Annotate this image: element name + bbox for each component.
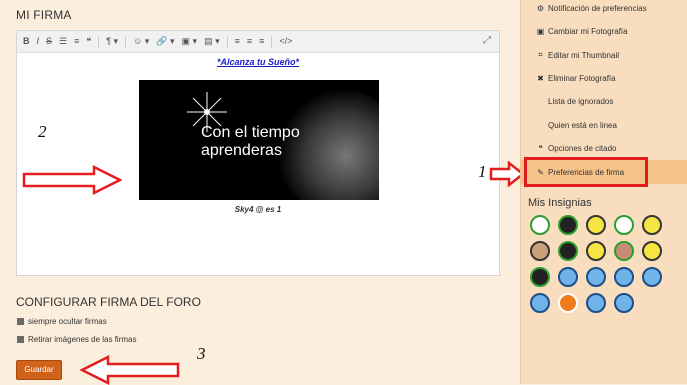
chart-badge-icon[interactable] [558,293,578,313]
signature-image-line1: Con el tiempo [201,124,300,141]
arrow-left-annotation [22,165,122,195]
sidebar-item-editar-thumbnail[interactable]: ⌗ Editar mi Thumbnail [536,50,619,60]
book-badge-icon[interactable] [530,241,550,261]
image-dropdown[interactable]: ▣ ▾ [182,31,198,52]
smiley-badge-icon[interactable] [642,241,662,261]
signature-image: Con el tiempo aprenderas [139,80,379,200]
arrow-save-annotation [80,355,180,385]
checkbox[interactable] [17,336,24,343]
toolbar-divider [125,35,127,48]
smiley-badge-icon[interactable] [586,215,606,235]
editor-content[interactable]: *Alcanza tu Sueño* Con el tiempo aprende… [17,53,499,275]
expand-icon[interactable]: ⤢ [483,35,491,46]
chat-badge-icon[interactable] [614,293,634,313]
align-left-button[interactable]: ≡ [235,31,240,52]
italic-button[interactable]: I [37,31,40,52]
highlight-box-annotation [524,157,648,187]
trophy-badge-icon[interactable] [614,241,634,261]
checkbox-label: Retirar imágenes de las firmas [28,335,137,344]
paragraph-dropdown[interactable]: ¶ ▾ [106,31,118,52]
emoji-dropdown[interactable]: ☺ ▾ [133,31,149,52]
chat-badge-icon[interactable] [530,293,550,313]
chat-badge-icon[interactable] [586,267,606,287]
numbered-list-button[interactable]: ≡ [74,31,79,52]
align-center-button[interactable]: ≡ [247,31,252,52]
sidebar-item-cambiar-foto[interactable]: ▣ Cambiar mi Fotografía [536,27,628,36]
hide-signatures-option[interactable]: siempre ocultar firmas [17,317,107,326]
thumbs-up-badge-icon[interactable] [558,241,578,261]
sidebar-item-en-linea[interactable]: Quien está en linea [548,121,617,130]
sidebar-item-label: Quien está en linea [548,121,617,130]
remove-images-option[interactable]: Retirar imágenes de las firmas [17,335,136,344]
image-icon: ▣ [536,27,545,36]
sidebar-item-label: Lista de ignorados [548,97,614,106]
sidebar-item-label: Opciones de citado [548,144,617,153]
crop-icon: ⌗ [538,50,543,59]
link-dropdown[interactable]: 🔗 ▾ [156,31,174,52]
signature-link[interactable]: *Alcanza tu Sueño* [17,57,499,67]
annotation-2: 2 [38,122,47,141]
config-title: CONFIGURAR FIRMA DEL FORO [16,295,201,309]
toolbar-divider [226,35,228,48]
bold-button[interactable]: B [23,31,30,52]
smiley-badge-icon[interactable] [586,241,606,261]
chat-badge-icon[interactable] [642,267,662,287]
badges-title: Mis Insignias [528,197,592,209]
gear-icon: ⚙ [536,4,545,13]
quote-icon: ❝ [538,144,543,153]
thumbs-up-badge-icon[interactable] [558,215,578,235]
check-badge-icon[interactable] [530,215,550,235]
strike-button[interactable]: S [46,31,52,52]
check-badge-icon[interactable] [614,215,634,235]
sidebar-item-ignorados[interactable]: Lista de ignorados [548,97,613,106]
page-title: MI FIRMA [16,8,72,22]
source-code-button[interactable]: </> [279,31,292,52]
sidebar-item-label: Notificación de preferencias [548,4,647,13]
toolbar-divider [98,35,100,48]
annotation-3: 3 [197,344,206,363]
checkbox-label: siempre ocultar firmas [28,317,107,326]
save-button[interactable]: Guardar [16,360,62,380]
sidebar-item-notificaciones[interactable]: ⚙ Notificación de preferencias [536,4,647,13]
sidebar-item-label: Editar mi Thumbnail [548,50,619,60]
chat-badge-icon[interactable] [614,267,634,287]
trash-icon: ✖ [537,74,544,83]
signature-image-line2: aprenderas [201,142,282,159]
annotation-1: 1 [478,162,487,181]
sidebar-item-eliminar-foto[interactable]: ✖ Eliminar Fotografía [536,74,616,83]
signature-caption: Sky4 @ es 1 [234,205,282,214]
bullet-list-button[interactable]: ☰ [59,31,67,52]
chat-badge-icon[interactable] [586,293,606,313]
signature-editor[interactable]: B I S ☰ ≡ ❝ ¶ ▾ ☺ ▾ 🔗 ▾ ▣ ▾ ▤ ▾ ≡ ≡ ≡ </… [16,30,500,276]
chat-badge-icon[interactable] [558,267,578,287]
editor-toolbar: B I S ☰ ≡ ❝ ¶ ▾ ☺ ▾ 🔗 ▾ ▣ ▾ ▤ ▾ ≡ ≡ ≡ </… [17,31,499,53]
signature-image-text: Con el tiempo aprenderas [201,124,300,160]
sidebar-item-citado[interactable]: ❝ Opciones de citado [536,144,617,153]
smiley-badge-icon[interactable] [642,215,662,235]
thumbs-up-badge-icon[interactable] [530,267,550,287]
toolbar-divider [271,35,273,48]
sidebar-item-label: Eliminar Fotografía [548,74,616,83]
quote-button[interactable]: ❝ [86,31,91,52]
sidebar-item-label: Cambiar mi Fotografía [548,27,628,36]
media-dropdown[interactable]: ▤ ▾ [204,31,220,52]
align-right-button[interactable]: ≡ [259,31,264,52]
checkbox[interactable] [17,318,24,325]
